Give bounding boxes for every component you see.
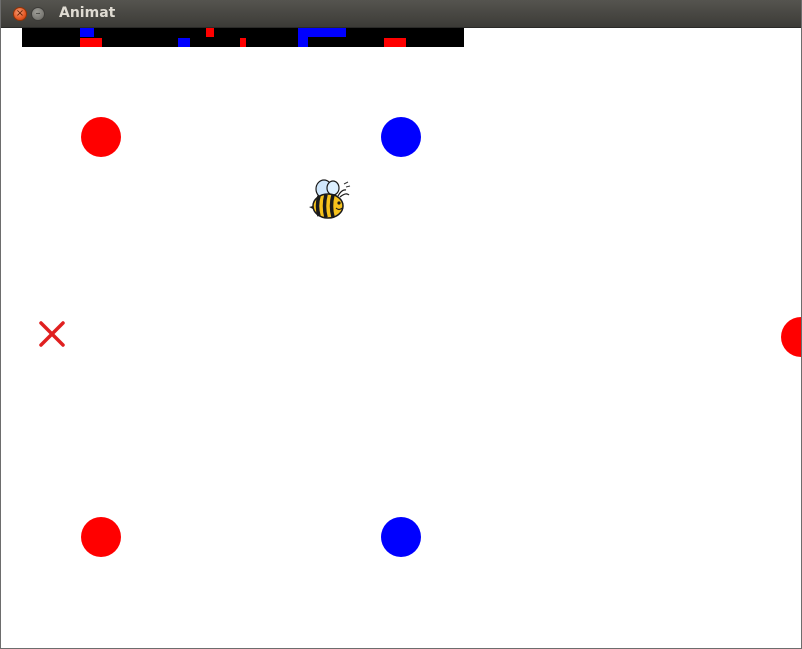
sensor-cell-blue (80, 28, 94, 37)
app-window: × – Animat (0, 0, 802, 649)
blue-light (381, 117, 421, 157)
window-title: Animat (59, 5, 116, 21)
bee-icon (309, 179, 351, 219)
sensor-cell-red (240, 38, 246, 47)
sensor-cell-red (384, 38, 406, 47)
x-mark-icon (39, 321, 65, 347)
minimize-icon[interactable]: – (31, 7, 45, 21)
red-light (81, 517, 121, 557)
close-icon[interactable]: × (13, 7, 27, 21)
title-bar[interactable]: × – Animat (1, 0, 801, 28)
blue-light (381, 517, 421, 557)
sensor-cell-blue (298, 37, 308, 47)
sensor-cell-blue (298, 28, 346, 37)
red-light (81, 117, 121, 157)
red-light (781, 317, 801, 357)
sensor-strip (22, 28, 464, 47)
sensor-cell-blue (178, 38, 190, 47)
sensor-cell-red (80, 38, 102, 47)
sensor-cell-red (206, 28, 214, 37)
simulation-canvas (2, 28, 801, 648)
